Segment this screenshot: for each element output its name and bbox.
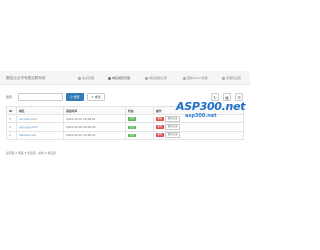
watermark-url: asp300.net <box>185 113 217 119</box>
nav-label: 域名提取记录 <box>149 76 168 80</box>
list-icon <box>145 76 148 80</box>
search-label: 搜索 <box>6 95 13 99</box>
row-id: 1 <box>6 130 17 140</box>
column-header-status[interactable]: 状态 <box>125 105 154 116</box>
watermark-logo: ASP300.net <box>176 100 246 113</box>
update-record-button[interactable]: 更新记录 <box>165 132 180 138</box>
search-icon: ⚲ <box>70 95 73 99</box>
table-row: 1 domain.com 2022-10-20 10:26:21 正常 删除 更新… <box>6 130 244 140</box>
status-badge: 正常 <box>128 117 136 122</box>
row-time: 2022-10-20 09:36:02 <box>63 122 126 132</box>
row-status-cell: 正常 <box>125 122 154 132</box>
search-input[interactable] <box>18 93 63 101</box>
nav-label: 管理员设置 <box>226 76 242 80</box>
row-domain-link[interactable]: xx.xxxx.com <box>16 114 64 124</box>
home-icon <box>78 76 81 80</box>
update-record-button[interactable]: 更新记录 <box>165 115 180 122</box>
refresh-icon: ↻ <box>91 95 94 99</box>
row-id: 2 <box>6 122 17 132</box>
row-time: 2022-10-20 10:26:21 <box>63 130 126 140</box>
row-status-cell: 正常 <box>125 114 154 124</box>
row-domain-link[interactable]: yyy.yyyy.com <box>16 122 64 132</box>
row-actions: 删除 更新记录 <box>153 130 244 140</box>
nav-item-domain-binding[interactable]: 域名绑定管理 <box>108 76 130 80</box>
column-header-domain[interactable]: 域名 <box>16 105 64 116</box>
top-navbar: 圆佳点点号专属站群系统 站点管理 域名绑定管理 域名提取记录 更新Token管理… <box>0 71 250 85</box>
delete-button[interactable]: 删除 <box>156 125 164 129</box>
row-id: 3 <box>6 114 17 124</box>
key-icon <box>183 76 186 80</box>
update-record-button[interactable]: 更新记录 <box>165 124 180 130</box>
app-title: 圆佳点点号专属站群系统 <box>6 76 46 80</box>
delete-button[interactable]: 删除 <box>156 116 164 121</box>
pagination-summary: 显示第 1 到第 3 条记录，总共 3 条记录 <box>6 151 56 155</box>
delete-button[interactable]: 删除 <box>156 133 164 137</box>
nav-item-sites[interactable]: 站点管理 <box>78 76 94 80</box>
reset-button[interactable]: ↻ 重置 <box>87 93 105 101</box>
row-actions: 删除 更新记录 <box>153 122 244 132</box>
nav-item-admin[interactable]: 管理员设置 <box>222 76 241 80</box>
status-badge: 正常 <box>128 125 136 130</box>
nav-item-extract-log[interactable]: 域名提取记录 <box>145 76 167 80</box>
row-time: 2022-10-31 16:08:01 <box>63 114 126 124</box>
globe-icon <box>108 76 111 80</box>
table-row: 2 yyy.yyyy.com 2022-10-20 09:36:02 正常 删除… <box>6 122 244 132</box>
status-badge: 正常 <box>128 133 136 138</box>
column-header-time[interactable]: 添加时间 <box>63 105 126 116</box>
column-header-id[interactable]: ID <box>6 105 17 116</box>
search-button[interactable]: ⚲ 搜索 <box>66 93 84 101</box>
user-icon <box>222 76 225 80</box>
row-domain-link[interactable]: domain.com <box>16 130 64 140</box>
row-status-cell: 正常 <box>125 130 154 140</box>
nav-label: 站点管理 <box>82 76 95 80</box>
nav-label: 域名绑定管理 <box>112 76 131 80</box>
nav-label: 更新Token管理 <box>187 76 208 80</box>
nav-item-token[interactable]: 更新Token管理 <box>183 76 208 80</box>
